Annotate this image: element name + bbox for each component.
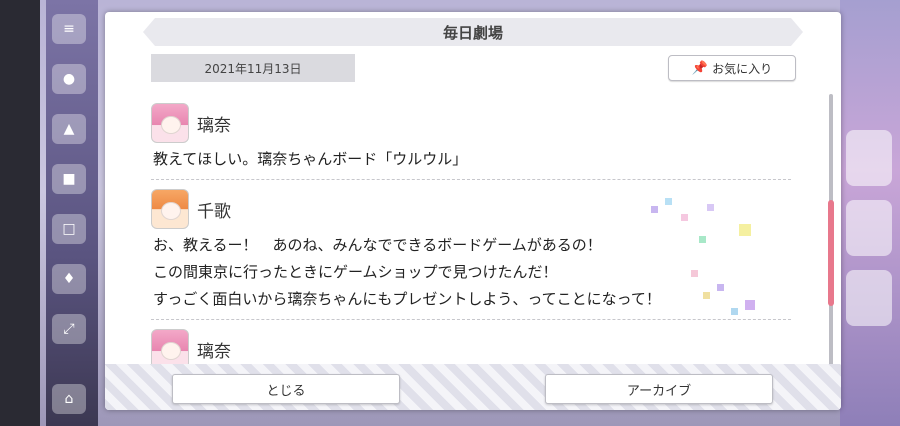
daily-theater-modal: 毎日劇場 2021年11月13日 📌 お気に入り 璃奈 教えてほしい。璃奈ちゃん… bbox=[105, 12, 841, 410]
close-button[interactable]: とじる bbox=[172, 374, 400, 404]
speaker-name: 千歌 bbox=[197, 201, 231, 222]
confetti-piece bbox=[665, 198, 672, 205]
confetti-piece bbox=[681, 214, 688, 221]
pin-icon: 📌 bbox=[691, 60, 709, 76]
modal-title: 毎日劇場 bbox=[143, 18, 803, 46]
right-tile[interactable] bbox=[846, 200, 892, 256]
shop-icon[interactable]: ▲ bbox=[52, 114, 86, 144]
confetti-piece bbox=[691, 270, 698, 277]
home-icon[interactable]: ⌂ bbox=[52, 384, 86, 414]
speaker-name: 璃奈 bbox=[197, 115, 231, 136]
separator bbox=[151, 319, 791, 320]
favorite-button[interactable]: 📌 お気に入り bbox=[668, 55, 796, 81]
separator bbox=[151, 179, 791, 180]
archive-button[interactable]: アーカイブ bbox=[545, 374, 773, 404]
dialogue-line: この間東京に行ったときにゲームショップで見つけたんだ！ bbox=[153, 263, 558, 281]
right-tile[interactable] bbox=[846, 130, 892, 186]
confetti-piece bbox=[703, 292, 710, 299]
favorite-button-label: お気に入り bbox=[712, 61, 773, 76]
gift-icon[interactable]: ■ bbox=[52, 164, 86, 194]
confetti-piece bbox=[739, 224, 751, 236]
menu-icon[interactable]: ≡ bbox=[52, 14, 86, 44]
right-tile[interactable] bbox=[846, 270, 892, 326]
avatar-rina bbox=[151, 329, 189, 366]
confetti-piece bbox=[651, 206, 658, 213]
dialogue-entry: 璃奈 bbox=[151, 326, 796, 366]
confetti-piece bbox=[731, 308, 738, 315]
fullscreen-icon[interactable]: ⤢ bbox=[52, 314, 86, 344]
dialogue-list[interactable]: 璃奈 教えてほしい。璃奈ちゃんボード「ウルウル」 千歌 お、教えるー！ あのね、… bbox=[151, 94, 796, 366]
speaker-name: 璃奈 bbox=[197, 341, 231, 362]
date-label: 2021年11月13日 bbox=[151, 54, 355, 82]
dialogue-line: すっごく面白いから璃奈ちゃんにもプレゼントしよう、ってことになって！ bbox=[153, 290, 661, 308]
confetti-piece bbox=[745, 300, 755, 310]
avatar-chika bbox=[151, 189, 189, 229]
chat-icon[interactable]: ● bbox=[52, 64, 86, 94]
avatar-rina bbox=[151, 103, 189, 143]
monitor-icon[interactable]: □ bbox=[52, 214, 86, 244]
dialogue-entry: 千歌 お、教えるー！ あのね、みんなでできるボードゲームがあるの！ この間東京に… bbox=[151, 186, 796, 313]
trophy-icon[interactable]: ♦ bbox=[52, 264, 86, 294]
confetti-piece bbox=[717, 284, 724, 291]
confetti-piece bbox=[707, 204, 714, 211]
dialogue-entry: 璃奈 教えてほしい。璃奈ちゃんボード「ウルウル」 bbox=[151, 94, 796, 173]
confetti-piece bbox=[699, 236, 706, 243]
scrollbar-thumb[interactable] bbox=[828, 200, 834, 306]
dialogue-line: 教えてほしい。璃奈ちゃんボード「ウルウル」 bbox=[153, 150, 468, 168]
